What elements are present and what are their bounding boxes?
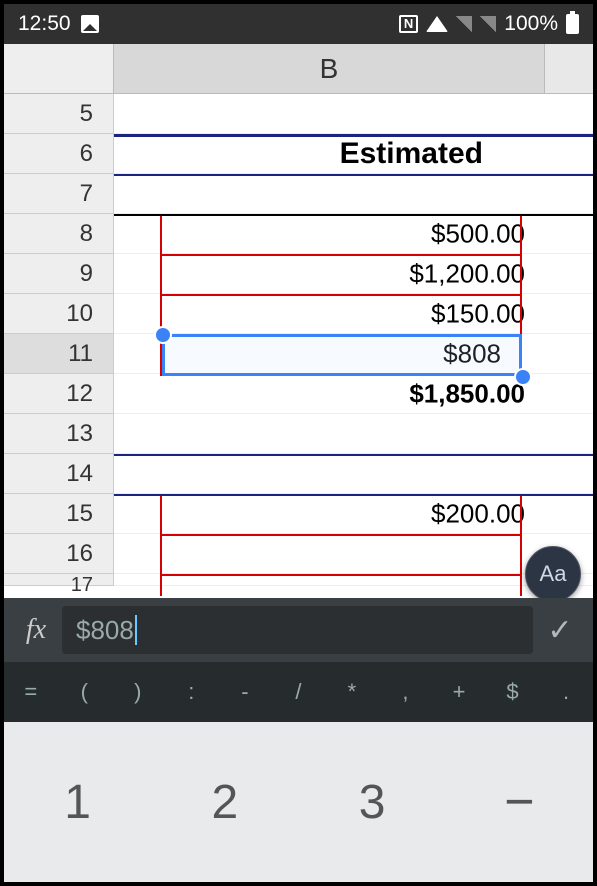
column-header-b[interactable]: B bbox=[114, 44, 545, 93]
row-header-9[interactable]: 9 bbox=[4, 254, 114, 294]
column-header-bar: B bbox=[4, 44, 593, 94]
row-header-11[interactable]: 11 bbox=[4, 334, 114, 374]
symbol-row: = ( ) : - / * , + $ . bbox=[4, 662, 593, 722]
cell-b6[interactable]: Estimated bbox=[114, 134, 593, 174]
cell-b14[interactable] bbox=[114, 454, 593, 494]
cell-b13[interactable] bbox=[114, 414, 593, 454]
cell-b5[interactable] bbox=[114, 94, 593, 134]
row-header-14[interactable]: 14 bbox=[4, 454, 114, 494]
row-header-16[interactable]: 16 bbox=[4, 534, 114, 574]
key-colon[interactable]: : bbox=[165, 679, 218, 705]
clock: 12:50 bbox=[18, 12, 71, 36]
key-star[interactable]: * bbox=[325, 679, 378, 705]
cell-b8-value: $500.00 bbox=[431, 218, 525, 249]
text-format-fab[interactable]: Aa bbox=[525, 546, 581, 598]
column-header-c[interactable] bbox=[545, 44, 593, 93]
row-header-13[interactable]: 13 bbox=[4, 414, 114, 454]
row-header-17[interactable]: 17 bbox=[4, 574, 114, 586]
key-plus[interactable]: + bbox=[433, 679, 486, 705]
caret-icon bbox=[135, 615, 137, 645]
key-2[interactable]: 2 bbox=[151, 722, 298, 882]
cell-b6-value: Estimated bbox=[340, 137, 483, 171]
row-header-7[interactable]: 7 bbox=[4, 174, 114, 214]
row-header-10[interactable]: 10 bbox=[4, 294, 114, 334]
key-dash[interactable]: - bbox=[218, 679, 271, 705]
cell-b15[interactable]: $200.00 bbox=[114, 494, 593, 534]
cell-b10[interactable]: $150.00 bbox=[114, 294, 593, 334]
key-1[interactable]: 1 bbox=[4, 722, 151, 882]
row-header-6[interactable]: 6 bbox=[4, 134, 114, 174]
nfc-icon: N bbox=[399, 15, 418, 33]
cell-b12-value: $1,850.00 bbox=[409, 378, 525, 409]
fx-icon[interactable]: fx bbox=[10, 614, 62, 646]
key-equals[interactable]: = bbox=[4, 679, 57, 705]
cell-b7[interactable] bbox=[114, 174, 593, 214]
cell-b16[interactable] bbox=[114, 534, 593, 574]
select-all-corner[interactable] bbox=[4, 44, 114, 93]
cell-b9[interactable]: $1,200.00 bbox=[114, 254, 593, 294]
row-header-5[interactable]: 5 bbox=[4, 94, 114, 134]
formula-bar: fx $808 ✓ bbox=[4, 598, 593, 662]
cell-b8[interactable]: $500.00 bbox=[114, 214, 593, 254]
status-bar: 12:50 N 100% bbox=[4, 4, 593, 44]
formula-value: $808 bbox=[76, 615, 134, 646]
battery-percent: 100% bbox=[504, 12, 558, 36]
signal-icon-2 bbox=[480, 16, 496, 32]
image-icon bbox=[81, 15, 99, 33]
row-header-15[interactable]: 15 bbox=[4, 494, 114, 534]
selection-box[interactable] bbox=[162, 334, 522, 376]
key-dollar[interactable]: $ bbox=[486, 679, 539, 705]
cell-b17[interactable] bbox=[114, 574, 593, 586]
key-minus[interactable]: − bbox=[446, 722, 593, 882]
formula-input[interactable]: $808 bbox=[62, 606, 533, 654]
cell-b15-value: $200.00 bbox=[431, 498, 525, 529]
battery-icon bbox=[566, 14, 579, 34]
wifi-icon bbox=[426, 16, 448, 32]
row-header-8[interactable]: 8 bbox=[4, 214, 114, 254]
numeric-keypad: 1 2 3 − bbox=[4, 722, 593, 882]
cell-b10-value: $150.00 bbox=[431, 298, 525, 329]
confirm-button[interactable]: ✓ bbox=[533, 613, 587, 648]
row-header-12[interactable]: 12 bbox=[4, 374, 114, 414]
key-comma[interactable]: , bbox=[379, 679, 432, 705]
key-3[interactable]: 3 bbox=[299, 722, 446, 882]
spreadsheet-grid[interactable]: 5 6 Estimated 7 8 $500.00 9 $1,200.00 10 $15… bbox=[4, 94, 593, 598]
cell-b9-value: $1,200.00 bbox=[409, 258, 525, 289]
key-dot[interactable]: . bbox=[540, 679, 593, 705]
key-right-paren[interactable]: ) bbox=[111, 679, 164, 705]
selection-handle-bottom-right[interactable] bbox=[514, 368, 532, 386]
selection-handle-top-left[interactable] bbox=[154, 326, 172, 344]
key-left-paren[interactable]: ( bbox=[58, 679, 111, 705]
text-format-label: Aa bbox=[540, 561, 567, 587]
signal-icon-1 bbox=[456, 16, 472, 32]
key-slash[interactable]: / bbox=[272, 679, 325, 705]
check-icon: ✓ bbox=[547, 614, 572, 647]
